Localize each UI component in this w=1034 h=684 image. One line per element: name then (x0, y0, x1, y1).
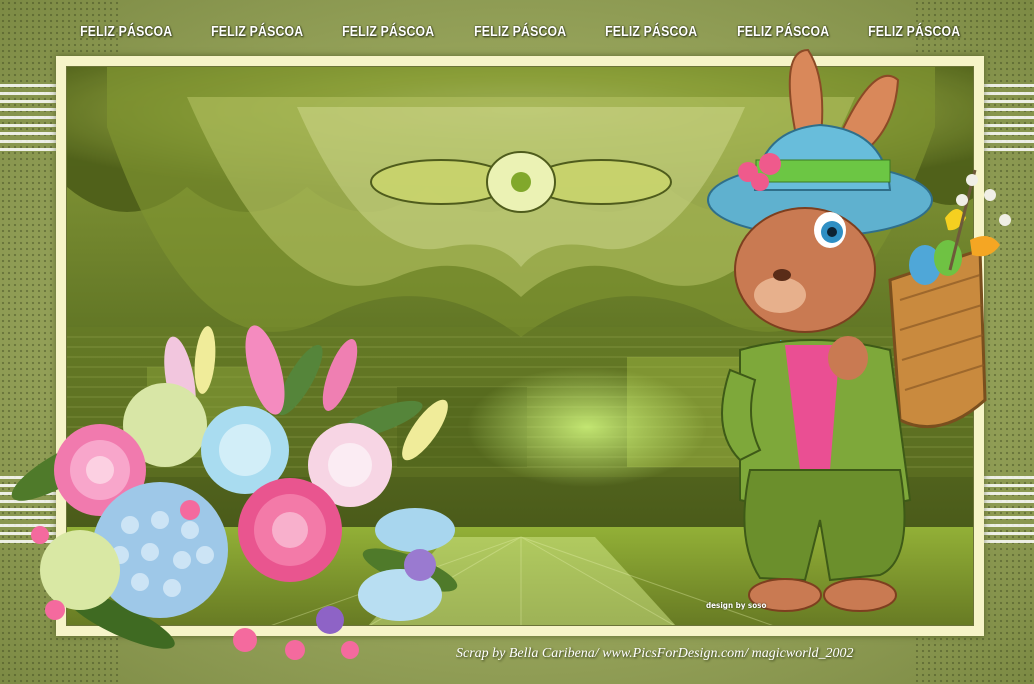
stripe-decoration-top-left (0, 84, 62, 154)
greeting-text: FELIZ PÁSCOA (868, 22, 961, 40)
easter-bunny-illustration (707, 48, 1011, 612)
greeting-text: FELIZ PÁSCOA (79, 22, 172, 40)
flower-bouquet-illustration (11, 325, 458, 660)
greeting-text: FELIZ PÁSCOA (736, 22, 829, 40)
greeting-text: FELIZ PÁSCOA (605, 22, 698, 40)
scrap-credit-line: Scrap by Bella Caribena/ www.PicsForDesi… (456, 646, 854, 661)
greeting-text: FELIZ PÁSCOA (211, 22, 304, 40)
designer-signature: design by soso (706, 601, 767, 610)
greeting-text: FELIZ PÁSCOA (342, 22, 435, 40)
greeting-text: FELIZ PÁSCOA (473, 22, 567, 40)
